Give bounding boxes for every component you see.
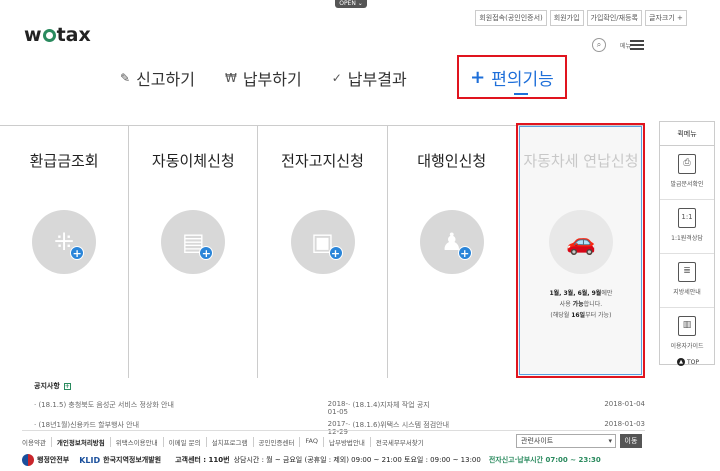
notice-title[interactable]: 공지사항 + <box>34 381 645 391</box>
printer-icon: ⎙ <box>678 154 696 174</box>
focus-outline <box>519 126 642 375</box>
open-tab[interactable]: OPEN ⌄ <box>335 0 367 8</box>
font-size-button[interactable]: 글자크기 + <box>645 10 687 26</box>
footer-link-tax-office[interactable]: 전국세무부서찾기 <box>369 437 429 447</box>
footer-link-email[interactable]: 이메일 문의 <box>162 437 206 447</box>
top-button[interactable]: ▲ TOP <box>677 358 699 366</box>
won-icon: ₩ <box>224 71 237 85</box>
more-icon[interactable]: + <box>63 382 71 390</box>
card-title: 대행인신청 <box>417 152 487 170</box>
card-agent-request[interactable]: 대행인신청 ♟ + <box>388 126 517 378</box>
card-e-notice[interactable]: 전자고지신청 ▣ + <box>258 126 388 378</box>
agent-person-icon: ♟ + <box>419 210 484 274</box>
footer-link-privacy[interactable]: 개인정보처리방침 <box>50 437 110 447</box>
filing-hours: 전자신고·납부시간 07:00 ~ 23:30 <box>488 456 601 464</box>
contact-hours: 상담시간 : 월 ~ 금요일 (공휴일 : 제외) 09:00 ~ 21:00 … <box>233 456 481 464</box>
quick-item-user-guide[interactable]: ▥ 이용자가이드 <box>660 308 714 362</box>
notice-date: 2018-01-04 <box>604 400 645 408</box>
login-link[interactable]: 회원접속(공인인증서) <box>475 10 547 26</box>
quick-item-remote-support[interactable]: 1:1 1:1원격상담 <box>660 200 714 254</box>
footer-link-cert[interactable]: 공인인증센터 <box>252 437 300 447</box>
quick-item-local-tax-info[interactable]: ≣ 지방세안내 <box>660 254 714 308</box>
footer-info: 행정안전부 KLID 한국지역정보개발원 고객센터 : 110번 상담시간 : … <box>22 454 601 466</box>
pencil-icon: ✎ <box>120 71 131 85</box>
footer-link-guide[interactable]: 위택스이용안내 <box>109 437 163 447</box>
plus-icon: + <box>470 66 486 88</box>
notice-date: 2018-01-05 <box>327 400 348 416</box>
nav-payment-result[interactable]: ✓ 납부결과 <box>332 66 407 90</box>
signup-link[interactable]: 회원가입 <box>549 10 584 26</box>
document-icon: ≣ <box>678 262 696 282</box>
notice-date: 2017-12-29 <box>327 420 348 436</box>
org-klid: KLID 한국지역정보개발원 <box>79 455 162 465</box>
nav-report[interactable]: ✎ 신고하기 <box>120 66 195 90</box>
top-links: 회원접속(공인인증서) 회원가입 가입확인/재등록 <box>475 10 642 26</box>
government-emblem-icon <box>22 454 34 466</box>
go-button[interactable]: 이동 <box>620 434 642 448</box>
related-sites-select[interactable]: 관련사이트 <box>516 434 616 448</box>
card-refund-inquiry[interactable]: 환급금조회 ⁜ + <box>0 126 130 378</box>
card-auto-transfer[interactable]: 자동이체신청 ▤ + <box>129 126 259 378</box>
plus-badge-icon: + <box>457 246 472 260</box>
nav-payment[interactable]: ₩ 납부하기 <box>225 66 302 90</box>
computer-document-icon: ▣ + <box>290 210 355 274</box>
footer-link-install[interactable]: 설치프로그램 <box>205 437 253 447</box>
main-nav: ✎ 신고하기 ₩ 납부하기 ✓ 납부결과 <box>120 66 437 90</box>
logo-o-icon <box>42 29 56 42</box>
card-title: 전자고지신청 <box>281 152 364 170</box>
footer-link-faq[interactable]: FAQ <box>299 437 323 447</box>
transfer-document-icon: ▤ + <box>161 210 226 274</box>
chat-icon: 1:1 <box>678 208 696 228</box>
check-icon: ✓ <box>331 71 342 85</box>
page: OPEN ⌄ w tax 회원접속(공인인증서) 회원가입 가입확인/재등록 글자… <box>0 0 720 471</box>
divider <box>22 430 645 431</box>
card-title: 자동이체신청 <box>151 152 235 170</box>
active-underline <box>514 93 528 95</box>
notice-item[interactable]: · (18.1.5) 충청북도 음성군 서비스 정상화 안내 <box>34 400 318 416</box>
calculator-icon: ⁜ + <box>32 210 97 274</box>
register-check-link[interactable]: 가입확인/재등록 <box>586 10 642 26</box>
quick-menu-title: 퀵메뉴 <box>660 122 714 146</box>
notice-item[interactable]: · (18년1월)신용카드 할부행사 안내 <box>34 420 318 436</box>
hamburger-menu-icon[interactable] <box>630 40 644 50</box>
arrow-up-icon: ▲ <box>677 358 685 366</box>
plus-badge-icon: + <box>328 246 343 260</box>
book-icon: ▥ <box>678 316 696 336</box>
quick-menu: 퀵메뉴 ⎙ 발급문서확인 1:1 1:1원격상담 ≣ 지방세안내 ▥ 이용자가이드 <box>659 121 715 365</box>
contact-number: 고객센터 : 110번 <box>175 456 230 464</box>
nav-convenience[interactable]: + 편의기능 <box>457 55 567 99</box>
footer-link-payment-guide[interactable]: 납부방법안내 <box>322 437 370 447</box>
footer-link-terms[interactable]: 이용약관 <box>22 437 51 447</box>
logo[interactable]: w tax <box>24 24 91 46</box>
quick-item-issued-docs[interactable]: ⎙ 발급문서확인 <box>660 146 714 200</box>
notice-item[interactable]: · (18.1.4)지자체 작업 공지 <box>348 400 584 416</box>
footer-links: 이용약관 개인정보처리방침 위택스이용안내 이메일 문의 설치프로그램 공인인증… <box>22 437 429 447</box>
card-title: 환급금조회 <box>29 152 99 170</box>
plus-badge-icon: + <box>70 246 85 260</box>
search-icon[interactable]: ⌕ <box>592 38 606 52</box>
org-mois: 행정안전부 <box>22 454 69 466</box>
notice-section: 공지사항 + · (18.1.5) 충청북도 음성군 서비스 정상화 안내 201… <box>34 381 645 436</box>
